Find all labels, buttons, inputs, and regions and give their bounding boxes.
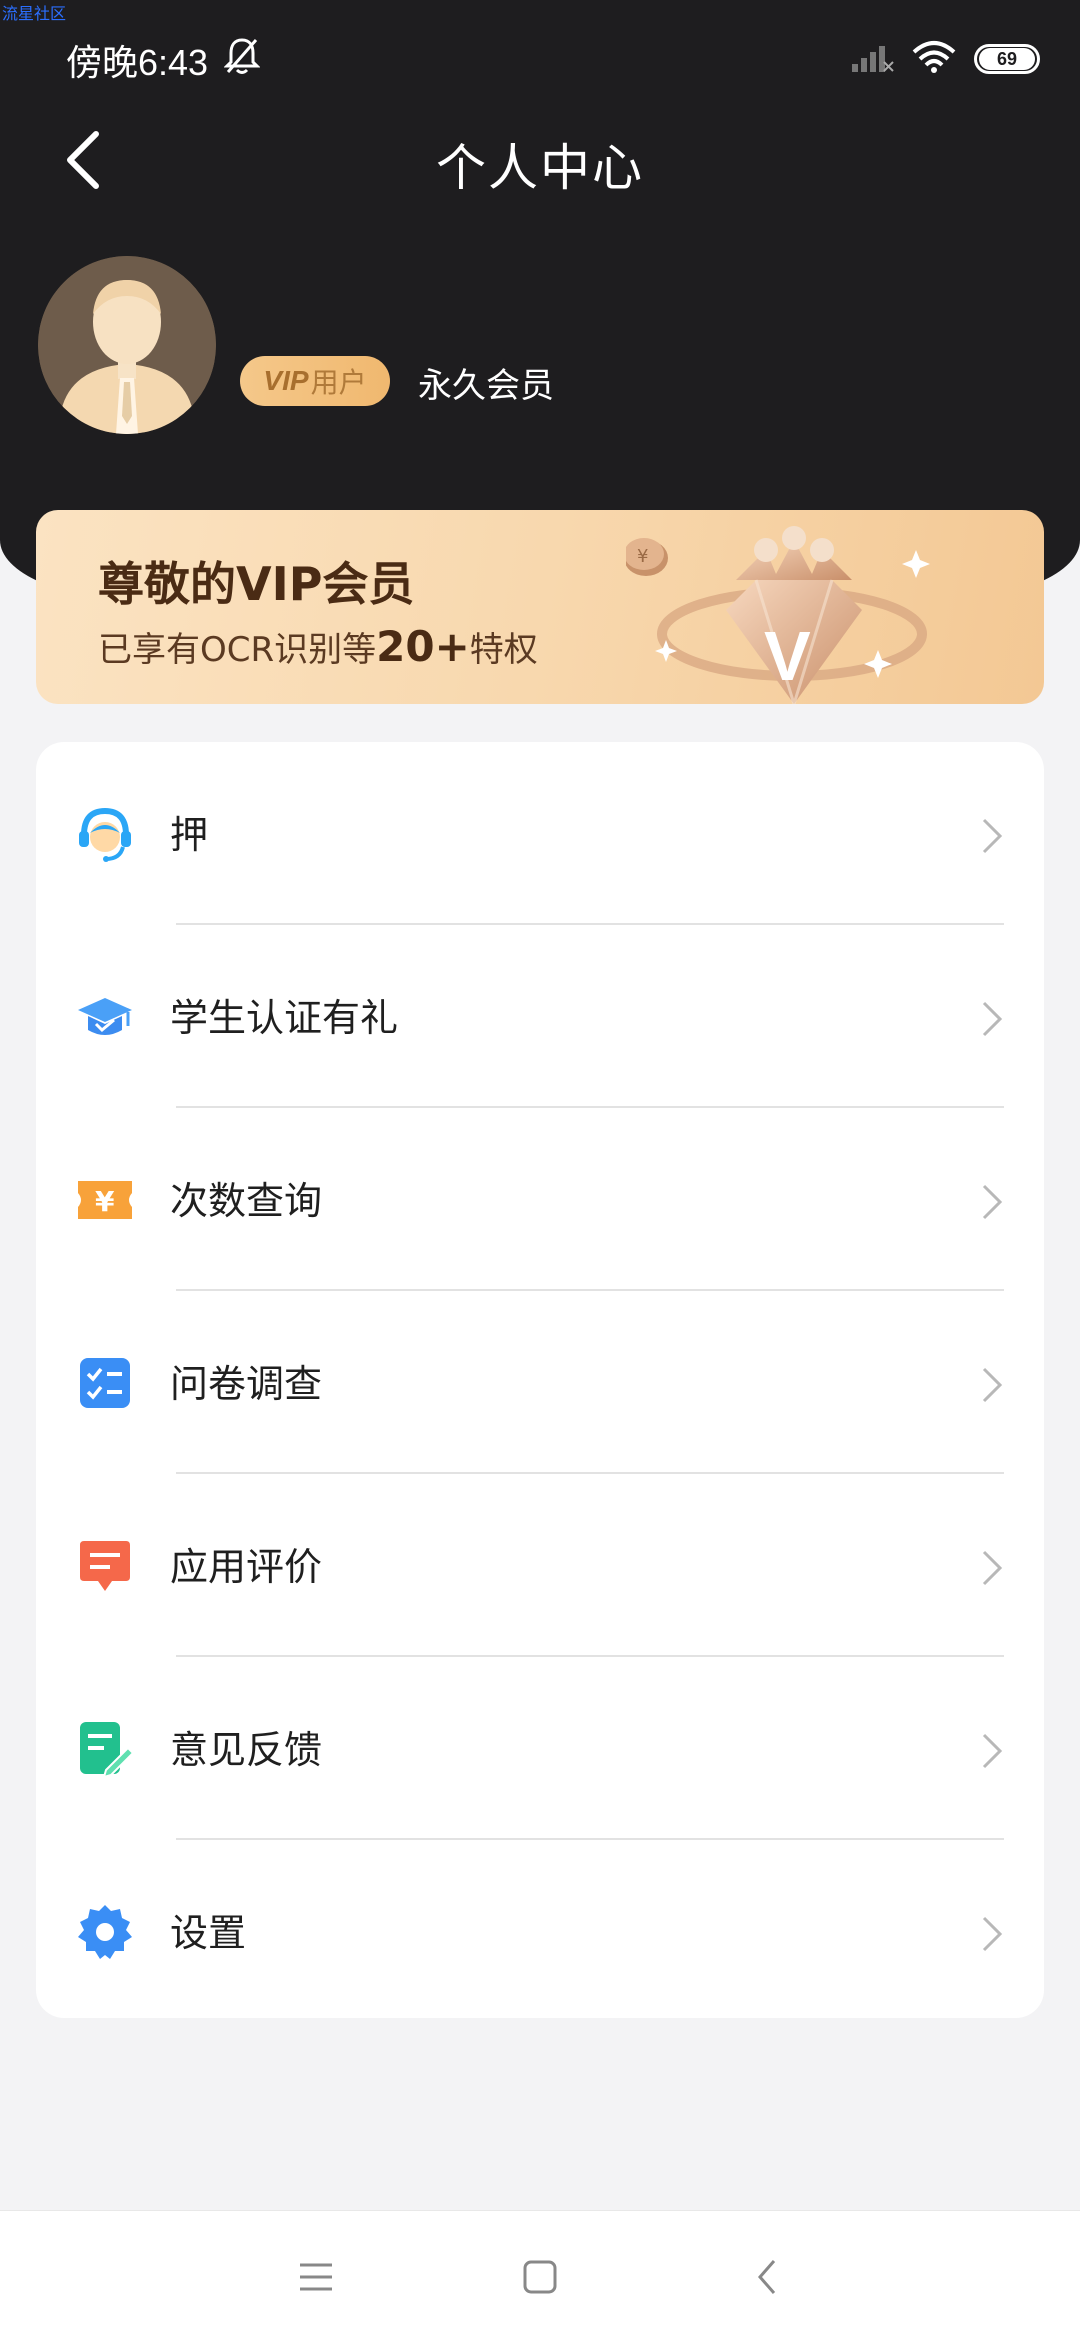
chevron-right-icon bbox=[980, 1914, 1004, 1954]
menu-item-label: 押 bbox=[170, 813, 209, 857]
menu-item-label: 意见反馈 bbox=[170, 1728, 323, 1772]
menu-item-customer-service[interactable]: 押 bbox=[36, 742, 1044, 925]
chevron-right-icon bbox=[980, 1548, 1004, 1588]
svg-text:¥: ¥ bbox=[637, 546, 648, 567]
user-avatar-icon[interactable] bbox=[38, 256, 216, 434]
member-type: 永久会员 bbox=[418, 366, 554, 406]
menu-item-app-review[interactable]: 应用评价 bbox=[36, 1474, 1044, 1657]
vip-badge: VIP 用户 bbox=[240, 356, 390, 406]
menu-item-usage-query[interactable]: ¥ 次数查询 bbox=[36, 1108, 1044, 1291]
checklist-icon bbox=[76, 1354, 134, 1412]
menu-item-label: 应用评价 bbox=[170, 1545, 323, 1589]
menu-item-label: 次数查询 bbox=[170, 1179, 323, 1223]
vip-banner[interactable]: 尊敬的VIP会员 已享有OCR识别等20+特权 ¥ V bbox=[36, 510, 1044, 704]
customer-service-icon bbox=[76, 805, 134, 863]
bell-off-icon bbox=[223, 36, 261, 80]
page-title: 个人中心 bbox=[436, 139, 644, 197]
nav-bar: 个人中心 bbox=[0, 110, 1080, 210]
yen-ticket-icon: ¥ bbox=[76, 1171, 134, 1229]
system-nav-bar bbox=[0, 2210, 1080, 2341]
chevron-right-icon bbox=[980, 1182, 1004, 1222]
feedback-edit-icon bbox=[76, 1720, 135, 1779]
menu-item-label: 设置 bbox=[170, 1911, 247, 1955]
vip-badge-prefix: VIP bbox=[263, 365, 309, 396]
home-square-icon[interactable] bbox=[520, 2257, 560, 2297]
chevron-right-icon bbox=[980, 1365, 1004, 1405]
wifi-icon bbox=[912, 40, 956, 78]
menu-icon[interactable] bbox=[296, 2257, 336, 2297]
chevron-right-icon bbox=[980, 1731, 1004, 1771]
menu-card: 押 学生认证有礼 ¥ 次数查询 问卷调查 应用评价 意见反馈 设置 bbox=[36, 742, 1044, 2018]
status-time: 傍晚6:43 bbox=[66, 42, 209, 83]
battery-level: 69 bbox=[979, 48, 1035, 70]
banner-subtitle-highlight: 20+ bbox=[376, 622, 470, 671]
status-bar: 傍晚6:43 69 bbox=[0, 0, 1080, 110]
banner-subtitle-prefix: 已享有OCR识别等 bbox=[98, 630, 377, 670]
banner-title: 尊敬的VIP会员 bbox=[98, 557, 415, 611]
menu-item-settings[interactable]: 设置 bbox=[36, 1840, 1044, 2023]
chevron-right-icon bbox=[980, 999, 1004, 1039]
gear-icon bbox=[76, 1903, 134, 1961]
signal-icon bbox=[850, 42, 894, 76]
watermark: 流星社区 bbox=[2, 4, 67, 23]
svg-text:¥: ¥ bbox=[95, 1185, 115, 1218]
menu-item-student-verification[interactable]: 学生认证有礼 bbox=[36, 925, 1044, 1108]
battery-icon: 69 bbox=[974, 44, 1040, 74]
banner-subtitle-suffix: 特权 bbox=[469, 630, 538, 670]
svg-text:V: V bbox=[764, 617, 811, 695]
menu-item-label: 问卷调查 bbox=[170, 1362, 323, 1406]
back-icon[interactable] bbox=[748, 2257, 788, 2297]
banner-subtitle: 已享有OCR识别等20+特权 bbox=[98, 622, 538, 671]
comment-icon bbox=[76, 1537, 134, 1595]
crown-diamond-icon: ¥ V bbox=[624, 510, 1044, 704]
graduation-cap-icon bbox=[76, 988, 134, 1046]
vip-badge-suffix: 用户 bbox=[310, 366, 367, 399]
menu-item-label: 学生认证有礼 bbox=[170, 996, 399, 1040]
menu-item-feedback[interactable]: 意见反馈 bbox=[36, 1657, 1044, 1840]
chevron-right-icon bbox=[980, 816, 1004, 856]
menu-item-survey[interactable]: 问卷调查 bbox=[36, 1291, 1044, 1474]
